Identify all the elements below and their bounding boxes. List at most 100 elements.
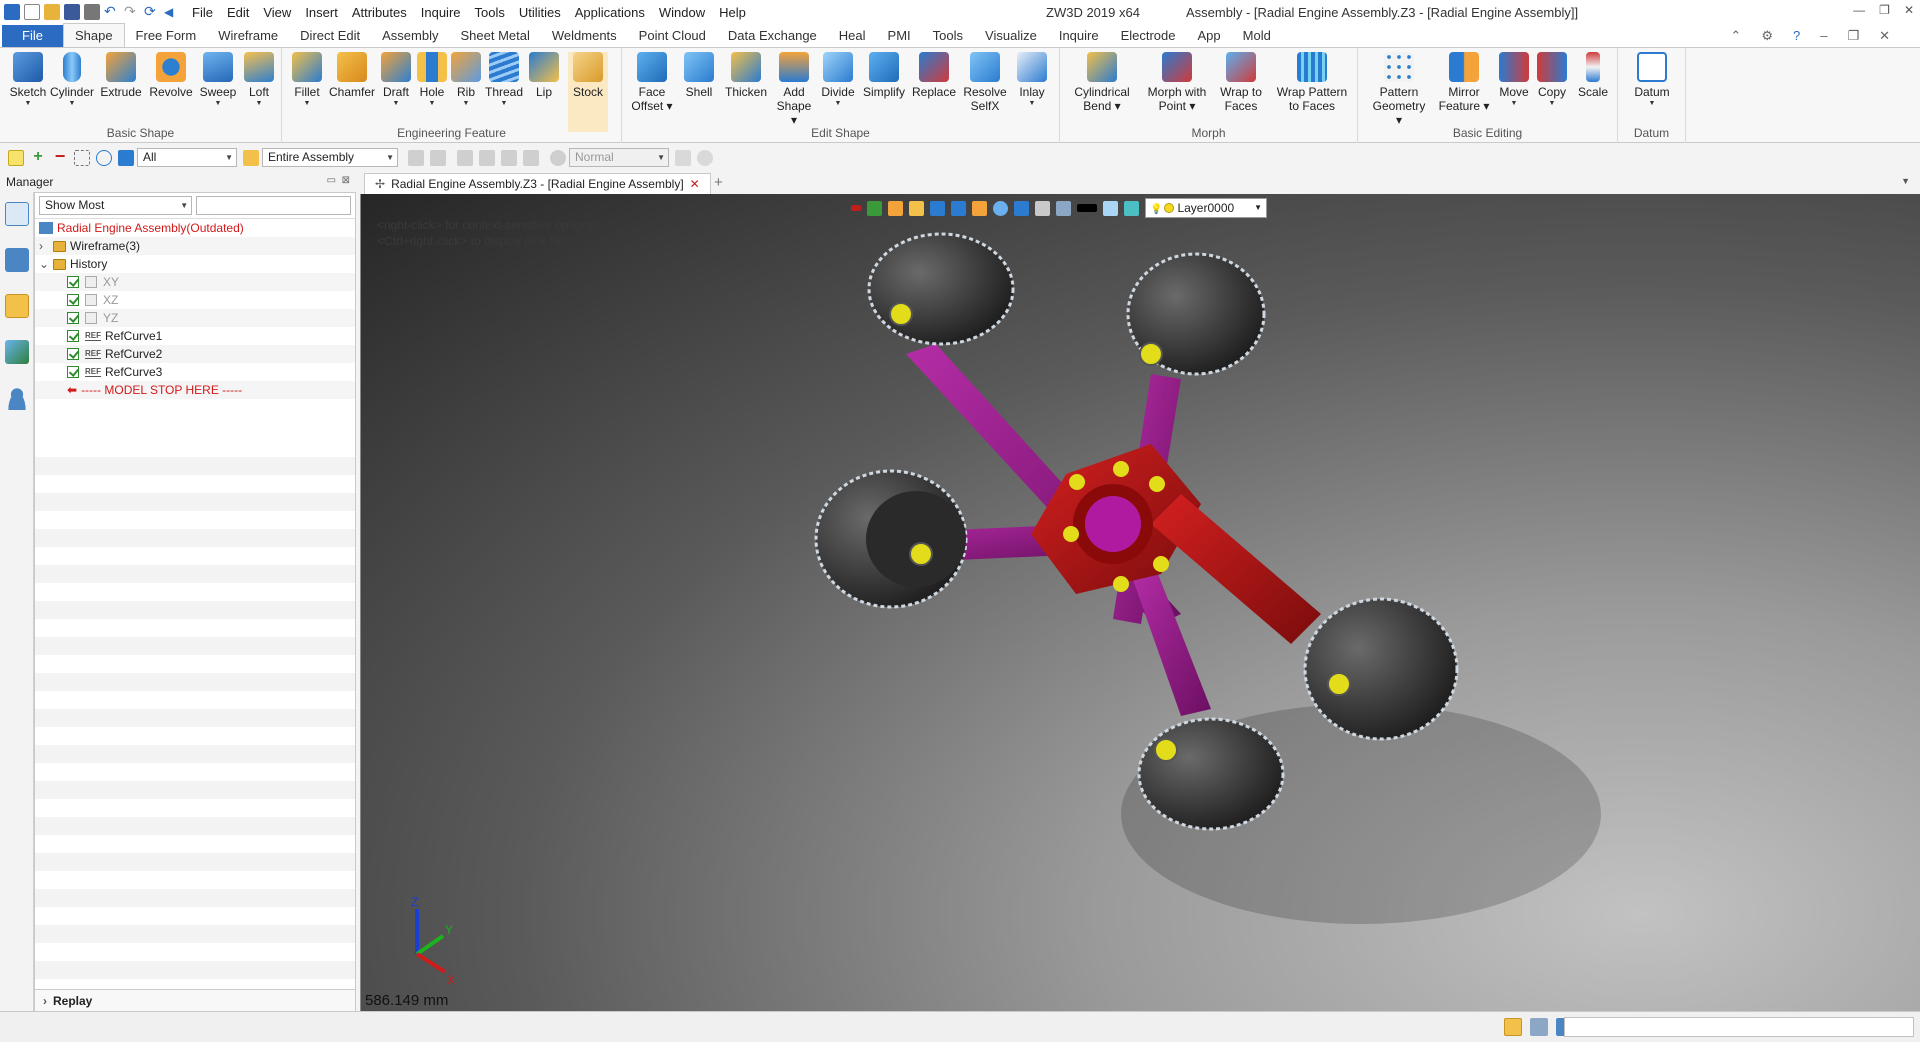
divide-button[interactable]: Divide ▼ <box>818 52 858 108</box>
new-tab-icon[interactable]: + <box>714 174 723 191</box>
polygon-select-icon[interactable] <box>96 149 112 166</box>
mode-select[interactable]: Normal ▼ <box>569 148 669 167</box>
tab-free-form[interactable]: Free Form <box>125 25 208 47</box>
tab-tools[interactable]: Tools <box>922 25 974 47</box>
back-arrow-icon[interactable]: ◀ <box>164 4 180 20</box>
thread-button[interactable]: Thread ▼ <box>484 52 524 108</box>
visibility-checkbox[interactable] <box>67 330 79 342</box>
document-tab[interactable]: ✢ Radial Engine Assembly.Z3 - [Radial Eng… <box>364 173 711 194</box>
assembly-tree-icon[interactable] <box>5 248 29 272</box>
visibility-checkbox[interactable] <box>67 294 79 306</box>
resolve-selfx-button[interactable]: Resolve SelfX <box>962 52 1008 113</box>
remove-icon[interactable]: − <box>52 147 68 166</box>
tab-shape[interactable]: Shape <box>62 23 125 47</box>
simplify-button[interactable]: Simplify <box>860 52 908 99</box>
part-library-icon[interactable] <box>5 294 29 318</box>
tree-search-input[interactable] <box>196 196 351 215</box>
scale-button[interactable]: Scale <box>1574 52 1612 99</box>
status-display-icon[interactable] <box>1530 1018 1548 1036</box>
help-icon[interactable]: ? <box>1793 28 1800 44</box>
toolbar-icon-3[interactable] <box>457 149 473 166</box>
menu-edit[interactable]: Edit <box>227 5 249 20</box>
menu-help[interactable]: Help <box>719 5 746 20</box>
minimize-icon[interactable]: — <box>1853 3 1865 17</box>
tab-list-icon[interactable]: ▼ <box>1901 176 1910 186</box>
new-file-icon[interactable] <box>24 4 40 20</box>
shell-button[interactable]: Shell <box>680 52 718 99</box>
rib-button[interactable]: Rib ▼ <box>450 52 482 108</box>
settings-disabled-icon[interactable] <box>697 149 713 166</box>
tree-item-xz[interactable]: XZ <box>35 291 355 309</box>
menu-view[interactable]: View <box>263 5 291 20</box>
visibility-checkbox[interactable] <box>67 366 79 378</box>
doc-restore-icon[interactable]: ❐ <box>1847 28 1859 44</box>
menu-tools[interactable]: Tools <box>475 5 505 20</box>
datum-button[interactable]: Datum ▼ <box>1630 52 1674 108</box>
tab-direct-edit[interactable]: Direct Edit <box>289 25 371 47</box>
tab-sheet-metal[interactable]: Sheet Metal <box>450 25 541 47</box>
cylinder-button[interactable]: Cylinder ▼ <box>48 52 96 108</box>
gear-small-icon[interactable] <box>550 149 566 166</box>
visual-manager-icon[interactable] <box>5 340 29 364</box>
scope-select[interactable]: Entire Assembly ▼ <box>262 148 398 167</box>
close-panel-icon[interactable]: ⊠ <box>342 175 350 186</box>
toolbar-icon-6[interactable] <box>523 149 539 166</box>
tab-electrode[interactable]: Electrode <box>1110 25 1187 47</box>
regen-icon[interactable]: ⟳ <box>144 4 160 20</box>
tree-item-refcurve3[interactable]: REF RefCurve3 <box>35 363 355 381</box>
wrap-pattern-button[interactable]: Wrap Pattern to Faces <box>1272 52 1352 113</box>
lip-button[interactable]: Lip <box>526 52 562 99</box>
sketch-button[interactable]: Sketch ▼ <box>6 52 50 108</box>
pin-icon[interactable]: ▭ <box>327 175 336 186</box>
menu-inquire[interactable]: Inquire <box>421 5 461 20</box>
cylindrical-bend-button[interactable]: Cylindrical Bend ▾ <box>1070 52 1134 113</box>
visibility-checkbox[interactable] <box>67 348 79 360</box>
tree-item-yz[interactable]: YZ <box>35 309 355 327</box>
tree-root[interactable]: Radial Engine Assembly(Outdated) <box>35 219 355 237</box>
replay-bar[interactable]: › Replay <box>35 989 355 1011</box>
move-button[interactable]: Move ▼ <box>1496 52 1532 108</box>
restore-icon[interactable]: ❐ <box>1879 3 1890 17</box>
pick-disabled-icon[interactable] <box>675 149 691 166</box>
chamfer-button[interactable]: Chamfer <box>328 52 376 99</box>
tree-item-xy[interactable]: XY <box>35 273 355 291</box>
filter-select[interactable]: All ▼ <box>137 148 237 167</box>
toolbar-icon-2[interactable] <box>430 149 446 166</box>
doc-minimize-icon[interactable]: – <box>1820 28 1827 44</box>
tab-pmi[interactable]: PMI <box>877 25 922 47</box>
add-shape-button[interactable]: Add Shape ▾ <box>774 52 814 127</box>
toolbar-icon-5[interactable] <box>501 149 517 166</box>
fillet-button[interactable]: Fillet ▼ <box>288 52 326 108</box>
visibility-checkbox[interactable] <box>67 312 79 324</box>
close-tab-icon[interactable]: ✕ <box>690 177 700 191</box>
extrude-button[interactable]: Extrude <box>98 52 144 99</box>
face-offset-button[interactable]: Face Offset ▾ <box>630 52 674 113</box>
tree-item-history[interactable]: ⌄ History <box>35 255 355 273</box>
save-icon[interactable] <box>64 4 80 20</box>
stock-button[interactable]: Stock <box>568 52 608 132</box>
3d-viewport[interactable]: <right-click> for context-sensitive opti… <box>360 194 1920 1011</box>
tab-inquire[interactable]: Inquire <box>1048 25 1110 47</box>
command-input[interactable] <box>1564 1017 1914 1037</box>
wrap-to-faces-button[interactable]: Wrap to Faces <box>1216 52 1266 113</box>
replace-button[interactable]: Replace <box>912 52 956 99</box>
tree-item-refcurve2[interactable]: REF RefCurve2 <box>35 345 355 363</box>
tab-mold[interactable]: Mold <box>1232 25 1282 47</box>
close-window-icon[interactable]: ✕ <box>1904 3 1914 17</box>
expand-chevron-icon[interactable]: › <box>39 237 53 255</box>
open-folder-icon[interactable] <box>44 4 60 20</box>
tab-visualize[interactable]: Visualize <box>974 25 1048 47</box>
redo-icon[interactable]: ↷ <box>124 4 140 20</box>
tab-point-cloud[interactable]: Point Cloud <box>628 25 717 47</box>
pattern-geometry-button[interactable]: Pattern Geometry ▾ <box>1368 52 1430 127</box>
toolbar-icon-4[interactable] <box>479 149 495 166</box>
menu-attributes[interactable]: Attributes <box>352 5 407 20</box>
revolve-button[interactable]: Revolve <box>148 52 194 99</box>
status-mode-icon[interactable] <box>1504 1018 1522 1036</box>
mirror-feature-button[interactable]: Mirror Feature ▾ <box>1436 52 1492 113</box>
tab-assembly[interactable]: Assembly <box>371 25 449 47</box>
loft-button[interactable]: Loft ▼ <box>240 52 278 108</box>
visibility-checkbox[interactable] <box>67 276 79 288</box>
thicken-button[interactable]: Thicken <box>722 52 770 99</box>
menu-insert[interactable]: Insert <box>305 5 338 20</box>
